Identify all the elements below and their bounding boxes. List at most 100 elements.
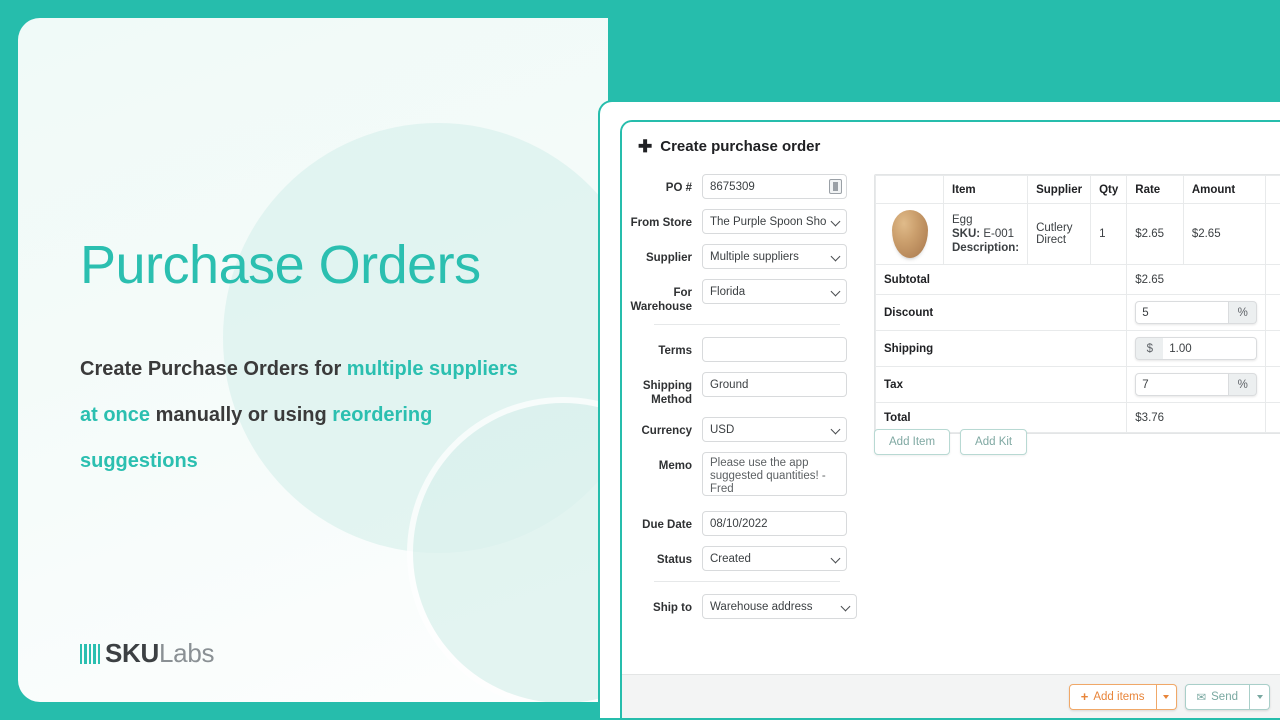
plus-icon: ✚	[638, 137, 653, 156]
tax-row: Tax %	[874, 366, 1280, 403]
item-sku: SKU: E-001	[952, 227, 1019, 241]
discount-label: Discount	[874, 294, 1128, 331]
total-label: Total	[874, 402, 1128, 433]
item-actions[interactable]	[1265, 203, 1280, 265]
label-supplier: Supplier	[645, 252, 692, 264]
col-qty: Qty	[1090, 175, 1128, 204]
col-item: Item	[942, 175, 1029, 204]
shipping-label: Shipping	[874, 330, 1128, 367]
discount-input[interactable]	[1135, 301, 1230, 324]
memo-textarea[interactable]: Please use the app suggested quantities!…	[702, 452, 847, 496]
hero-panel: Purchase Orders Create Purchase Orders f…	[18, 18, 608, 702]
discount-input-group: %	[1135, 301, 1258, 324]
table-row[interactable]: Egg SKU: E-001 Description: Cutlery Dire…	[875, 203, 1280, 265]
total-value: $3.76	[1126, 402, 1267, 433]
item-name: Egg	[952, 214, 973, 226]
add-items-button[interactable]: + Add items	[1068, 683, 1157, 710]
field-status: Status	[622, 546, 872, 571]
shipping-input-group: $	[1135, 337, 1258, 360]
document-icon[interactable]	[829, 179, 842, 194]
status-select[interactable]	[702, 546, 847, 571]
logo-text-bold: SKU	[105, 638, 159, 668]
add-kit-button[interactable]: Add Kit	[960, 429, 1028, 455]
label-shipping-method: Shipping Method	[642, 380, 692, 406]
supplier-select[interactable]	[702, 244, 847, 269]
purchase-order-form: PO # From Store Supplier For Ware	[622, 174, 872, 629]
add-buttons-group: Add Item Add Kit	[874, 429, 1028, 455]
label-status: Status	[656, 554, 692, 566]
items-table: Item Supplier Qty Rate Amount Egg SKU: E…	[874, 174, 1280, 434]
subtitle-text: manually or using	[150, 404, 333, 426]
dollar-icon: $	[1135, 337, 1164, 360]
app-window: ✚ Create purchase order PO # From Store …	[620, 120, 1280, 720]
col-rate: Rate	[1126, 175, 1184, 204]
item-description: Description:	[952, 241, 1019, 255]
item-sku-label: SKU:	[952, 228, 981, 240]
shipping-cell: $	[1126, 330, 1267, 367]
label-currency: Currency	[641, 425, 693, 437]
ship-to-select[interactable]	[702, 594, 857, 619]
field-memo: Memo Please use the app suggested quanti…	[622, 452, 872, 501]
form-divider-1	[654, 324, 840, 325]
logo-text-light: Labs	[159, 638, 215, 668]
plus-icon: +	[1080, 689, 1089, 704]
from-store-select[interactable]	[702, 209, 847, 234]
send-split-button: ✉ Send	[1184, 683, 1270, 710]
label-ship-to: Ship to	[653, 602, 692, 614]
col-image	[875, 175, 944, 204]
field-for-warehouse: For Warehouse	[622, 279, 872, 314]
subtotal-value: $2.65	[1126, 264, 1267, 295]
send-button[interactable]: ✉ Send	[1184, 683, 1250, 710]
total-spacer	[1265, 402, 1280, 433]
add-items-dropdown-toggle[interactable]	[1156, 683, 1177, 710]
hero-subtitle: Create Purchase Orders for multiple supp…	[80, 346, 520, 484]
skulabs-logo: SKU Labs	[80, 638, 214, 669]
barcode-icon	[80, 643, 102, 664]
percent-icon: %	[1229, 373, 1258, 396]
add-item-button[interactable]: Add Item	[874, 429, 951, 455]
discount-cell: %	[1126, 294, 1267, 331]
currency-select[interactable]	[702, 417, 847, 442]
total-row: Total $3.76	[874, 402, 1280, 433]
discount-row: Discount %	[874, 294, 1280, 331]
heading-label: Create purchase order	[660, 138, 821, 155]
egg-thumbnail-icon	[891, 210, 928, 258]
app-footer-actions: + Add items ✉ Send	[622, 674, 1280, 718]
app-content: ✚ Create purchase order PO # From Store …	[622, 122, 1280, 674]
shipping-input[interactable]	[1163, 337, 1258, 360]
label-due-date: Due Date	[642, 519, 692, 531]
percent-icon: %	[1229, 301, 1258, 324]
item-rate[interactable]: $2.65	[1126, 203, 1184, 265]
item-details-cell: Egg SKU: E-001 Description:	[942, 203, 1029, 265]
shipping-method-input[interactable]	[702, 372, 847, 397]
field-shipping-method: Shipping Method	[622, 372, 872, 407]
tax-label: Tax	[874, 366, 1128, 403]
col-amount: Amount	[1182, 175, 1267, 204]
for-warehouse-select[interactable]	[702, 279, 847, 304]
send-dropdown-toggle[interactable]	[1250, 683, 1270, 710]
label-for-warehouse: For Warehouse	[630, 287, 692, 313]
terms-input[interactable]	[702, 337, 847, 362]
subtotal-row: Subtotal $2.65	[874, 264, 1280, 295]
tax-input-group: %	[1135, 373, 1258, 396]
table-header-row: Item Supplier Qty Rate Amount	[875, 175, 1280, 204]
item-qty[interactable]: 1	[1090, 203, 1128, 265]
field-terms: Terms	[622, 337, 872, 362]
add-items-label: Add items	[1093, 690, 1145, 703]
chevron-down-icon	[1163, 694, 1169, 699]
due-date-input[interactable]	[702, 511, 847, 536]
field-due-date: Due Date	[622, 511, 872, 536]
label-po-number: PO #	[665, 182, 692, 194]
add-items-split-button: + Add items	[1068, 683, 1177, 710]
subtotal-spacer	[1265, 264, 1280, 295]
col-actions	[1265, 175, 1280, 204]
send-label: Send	[1211, 690, 1238, 703]
shipping-row: Shipping $	[874, 330, 1280, 367]
tax-input[interactable]	[1135, 373, 1230, 396]
item-supplier: Cutlery Direct	[1027, 203, 1092, 265]
field-ship-to: Ship to	[622, 594, 872, 619]
label-from-store: From Store	[630, 217, 692, 229]
po-number-input[interactable]	[702, 174, 847, 199]
field-from-store: From Store	[622, 209, 872, 234]
item-sku-value: E-001	[983, 228, 1015, 240]
